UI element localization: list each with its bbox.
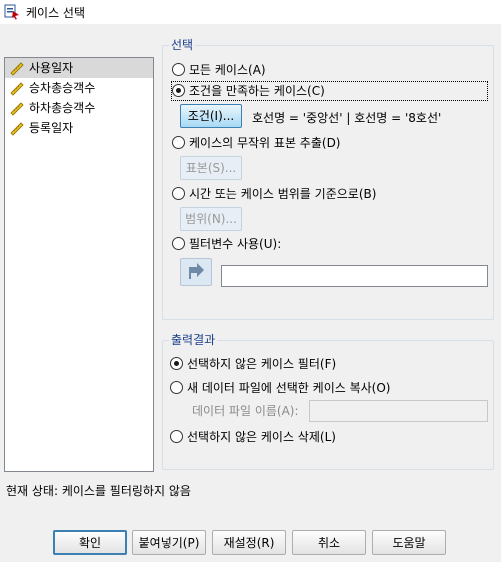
- radio-indicator[interactable]: [172, 237, 185, 250]
- radio-indicator[interactable]: [172, 136, 185, 149]
- title-bar: 케이스 선택: [0, 0, 501, 24]
- radio-indicator[interactable]: [172, 187, 185, 200]
- move-variable-button[interactable]: [180, 258, 212, 286]
- radio-filter-variable[interactable]: 필터변수 사용(U):: [172, 235, 281, 253]
- dataset-name-field[interactable]: [309, 400, 488, 422]
- dataset-name-label: 데이터 파일 이름(A):: [192, 404, 299, 418]
- scale-variable-icon: [10, 102, 24, 116]
- window-title: 케이스 선택: [26, 6, 86, 20]
- radio-if-condition[interactable]: 조건을 만족하는 케이스(C): [171, 81, 488, 101]
- variable-label: 등록일자: [29, 121, 74, 135]
- scale-variable-icon: [10, 122, 24, 136]
- output-legend: 출력결과: [169, 333, 218, 347]
- radio-label: 선택하지 않은 케이스 삭제(L): [187, 430, 336, 444]
- radio-label: 조건을 만족하는 케이스(C): [189, 84, 325, 98]
- if-condition-button[interactable]: 조건(I)...: [180, 104, 242, 128]
- variable-item[interactable]: 승차총승객수: [5, 78, 153, 98]
- radio-delete-unselected[interactable]: 선택하지 않은 케이스 삭제(L): [170, 428, 336, 446]
- variable-label: 사용일자: [29, 61, 74, 75]
- ok-button[interactable]: 확인: [53, 530, 127, 555]
- variable-list[interactable]: 사용일자 승차총승객수 하차총승객수 등록일자: [4, 57, 154, 472]
- radio-random-sample[interactable]: 케이스의 무작위 표본 추출(D): [172, 134, 341, 152]
- radio-all-cases[interactable]: 모든 케이스(A): [172, 61, 266, 79]
- radio-label: 모든 케이스(A): [189, 63, 266, 77]
- radio-indicator[interactable]: [170, 430, 183, 443]
- radio-label: 새 데이터 파일에 선택한 케이스 복사(O): [187, 381, 391, 395]
- radio-indicator[interactable]: [170, 381, 183, 394]
- radio-label: 선택하지 않은 케이스 필터(F): [187, 357, 337, 371]
- selection-legend: 선택: [169, 38, 196, 52]
- spss-app-icon: [4, 4, 19, 20]
- radio-label: 케이스의 무작위 표본 추출(D): [189, 136, 341, 150]
- scale-variable-icon: [10, 82, 24, 96]
- condition-expression: 호선명 = '중앙선' | 호선명 = '8호선': [252, 111, 442, 125]
- scale-variable-icon: [10, 62, 24, 76]
- radio-indicator[interactable]: [172, 84, 185, 97]
- variable-item[interactable]: 사용일자: [5, 58, 153, 78]
- variable-label: 하차총승객수: [29, 101, 96, 115]
- cancel-button[interactable]: 취소: [292, 530, 366, 555]
- variable-label: 승차총승객수: [29, 81, 96, 95]
- radio-indicator[interactable]: [170, 357, 183, 370]
- help-button[interactable]: 도움말: [372, 530, 446, 555]
- radio-indicator[interactable]: [172, 63, 185, 76]
- range-button[interactable]: 범위(N)...: [180, 207, 242, 231]
- filter-variable-field[interactable]: [221, 265, 488, 287]
- radio-label: 시간 또는 케이스 범위를 기준으로(B): [189, 187, 377, 201]
- paste-button[interactable]: 붙여넣기(P): [132, 530, 206, 555]
- radio-filter-out[interactable]: 선택하지 않은 케이스 필터(F): [170, 355, 336, 373]
- right-arrow-icon: [189, 263, 204, 279]
- radio-range[interactable]: 시간 또는 케이스 범위를 기준으로(B): [172, 185, 376, 203]
- variable-item[interactable]: 하차총승객수: [5, 98, 153, 118]
- radio-label: 필터변수 사용(U):: [189, 237, 282, 251]
- variable-item[interactable]: 등록일자: [5, 118, 153, 138]
- status-text: 현재 상태: 케이스를 필터링하지 않음: [6, 484, 191, 498]
- reset-button[interactable]: 재설정(R): [212, 530, 286, 555]
- sample-button[interactable]: 표본(S)...: [180, 156, 242, 180]
- radio-copy-to-new[interactable]: 새 데이터 파일에 선택한 케이스 복사(O): [170, 379, 390, 397]
